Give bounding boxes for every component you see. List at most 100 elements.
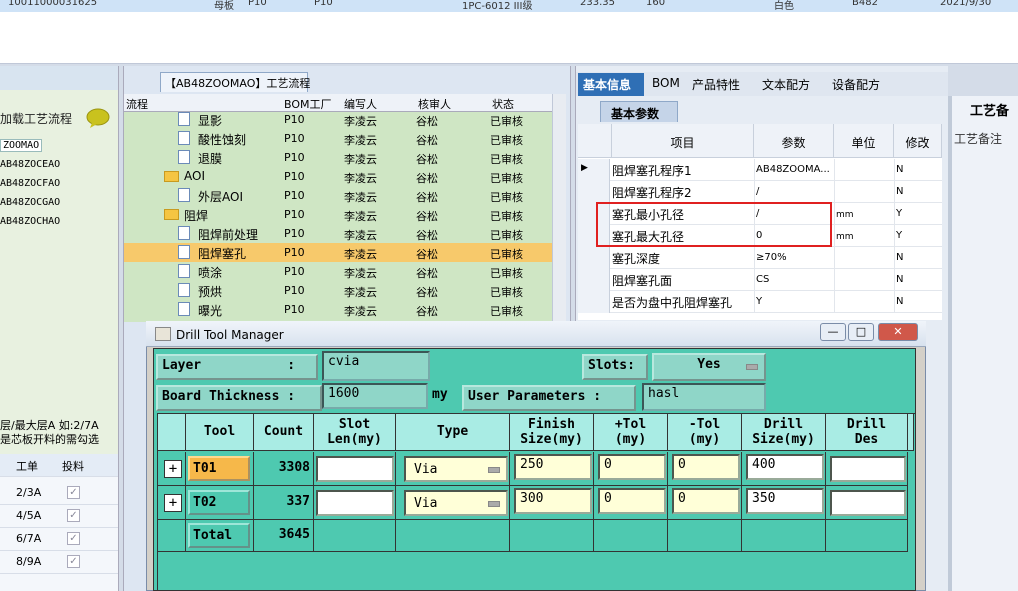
grid-row[interactable]: 8/9A ✓: [0, 551, 120, 574]
feed-checkbox[interactable]: ✓: [67, 555, 80, 568]
layer-field[interactable]: cvia: [322, 351, 430, 381]
left-list-item[interactable]: AB48ZOCGAO: [0, 197, 60, 208]
tree-row[interactable]: 喷涂 P10 李凌云 谷松 已审核: [124, 262, 564, 281]
tree-row[interactable]: 曝光 P10 李凌云 谷松 已审核: [124, 300, 564, 319]
drill-des-field[interactable]: [830, 456, 906, 482]
col-reviewer[interactable]: 核审人: [418, 96, 451, 112]
grid-cell: [510, 520, 594, 552]
left-list-item[interactable]: AB48ZOCFAO: [0, 178, 60, 189]
step-factory: P10: [284, 265, 305, 278]
dropdown-icon: [488, 467, 500, 473]
tree-row[interactable]: AOI P10 李凌云 谷松 已审核: [124, 167, 564, 186]
minus-tol-field[interactable]: 0: [672, 488, 740, 514]
flow-scrollbar[interactable]: [552, 94, 566, 324]
col-param[interactable]: 参数: [754, 124, 834, 158]
tab-equipment-recipe[interactable]: 设备配方: [832, 76, 880, 93]
tree-row[interactable]: 酸性蚀刻 P10 李凌云 谷松 已审核: [124, 129, 564, 148]
left-list-item[interactable]: ZOOMAO: [0, 139, 43, 152]
maximize-icon[interactable]: □: [848, 323, 874, 341]
tree-row[interactable]: 阻焊前处理 P10 李凌云 谷松 已审核: [124, 224, 564, 243]
col-unit[interactable]: 单位: [834, 124, 894, 158]
col-status[interactable]: 状态: [492, 96, 514, 112]
close-icon[interactable]: ✕: [878, 323, 918, 341]
plus-tol-field[interactable]: 0: [598, 454, 666, 480]
step-reviewer: 谷松: [416, 172, 438, 185]
row-header: [578, 181, 610, 203]
folder-icon: [164, 209, 179, 220]
col-drill-size[interactable]: Drill Size(my): [742, 414, 826, 451]
tree-row[interactable]: 外层AOI P10 李凌云 谷松 已审核: [124, 186, 564, 205]
tool-button[interactable]: T02: [188, 490, 250, 515]
tab-basic-info[interactable]: 基本信息: [578, 73, 644, 96]
tab-product-features[interactable]: 产品特性: [692, 76, 740, 93]
slot-len-field[interactable]: [316, 490, 394, 516]
param-row[interactable]: 阻焊塞孔程序2 / N: [578, 181, 942, 203]
param-row[interactable]: 塞孔深度 ≥70% N: [578, 247, 942, 269]
tab-bom[interactable]: BOM: [652, 76, 680, 90]
document-icon: [178, 302, 190, 316]
slot-len-field[interactable]: [316, 456, 394, 482]
step-reviewer: 谷松: [416, 191, 438, 204]
col-plus-tol[interactable]: +Tol (my): [594, 414, 668, 451]
col-slot-len[interactable]: Slot Len(my): [314, 414, 396, 451]
col-writer[interactable]: 编写人: [344, 96, 377, 112]
tool-button[interactable]: T01: [188, 456, 250, 481]
finish-size-field[interactable]: 250: [514, 454, 592, 480]
grid-row[interactable]: 2/3A ✓: [0, 482, 120, 505]
col-type[interactable]: Type: [396, 414, 510, 451]
total-label: Total: [188, 523, 250, 548]
minimize-icon[interactable]: —: [820, 323, 846, 341]
tree-row[interactable]: 退膜 P10 李凌云 谷松 已审核: [124, 148, 564, 167]
board-thickness-field[interactable]: 1600: [322, 383, 428, 409]
feed-checkbox[interactable]: ✓: [67, 532, 80, 545]
step-writer: 李凌云: [344, 286, 377, 299]
type-select[interactable]: Via: [404, 490, 508, 516]
expand-row-icon[interactable]: +: [164, 460, 182, 478]
drill-size-field[interactable]: 350: [746, 488, 824, 514]
left-list-item[interactable]: AB48ZOCEAO: [0, 159, 60, 170]
document-icon: [178, 226, 190, 240]
param-row[interactable]: ▶ 阻焊塞孔程序1 AB48ZOOMA... N: [578, 159, 942, 181]
tree-row[interactable]: 预烘 P10 李凌云 谷松 已审核: [124, 281, 564, 300]
flow-tab[interactable]: 【AB48ZOOMAO】工艺流程: [160, 72, 310, 92]
tree-row[interactable]: 阻焊 P10 李凌云 谷松 已审核: [124, 205, 564, 224]
col-item[interactable]: 项目: [612, 124, 754, 158]
col-finish-size[interactable]: Finish Size(my): [510, 414, 594, 451]
left-list-item[interactable]: AB48ZOCHAO: [0, 216, 60, 227]
chat-bubble-icon[interactable]: [86, 108, 110, 128]
expand-row-icon[interactable]: +: [164, 494, 182, 512]
minus-tol-field[interactable]: 0: [672, 454, 740, 480]
tree-row[interactable]: 阻焊塞孔 P10 李凌云 谷松 已审核: [124, 243, 564, 262]
col-modify[interactable]: 修改: [894, 124, 942, 158]
cell-divider: [834, 181, 835, 203]
finish-size-field[interactable]: 300: [514, 488, 592, 514]
grid-row[interactable]: 4/5A ✓: [0, 505, 120, 528]
grid-row[interactable]: 6/7A ✓: [0, 528, 120, 551]
feed-checkbox[interactable]: ✓: [67, 509, 80, 522]
remark-tab[interactable]: 工艺备: [970, 100, 1009, 119]
feed-checkbox[interactable]: ✓: [67, 486, 80, 499]
drill-size-field[interactable]: 400: [746, 454, 824, 480]
top-data-row[interactable]: 10011000031625 母板 P10 P10 1PC-6012 III级 …: [0, 0, 1018, 12]
col-flow[interactable]: 流程: [126, 96, 148, 112]
total-count: 3645: [278, 527, 310, 542]
tab-text-recipe[interactable]: 文本配方: [762, 76, 810, 93]
user-params-field[interactable]: hasl: [642, 383, 766, 411]
param-row[interactable]: 是否为盘中孔阻焊塞孔 Y N: [578, 291, 942, 313]
drill-des-field[interactable]: [830, 490, 906, 516]
param-row[interactable]: 阻焊塞孔面 CS N: [578, 269, 942, 291]
tree-row[interactable]: 显影 P10 李凌云 谷松 已审核: [124, 112, 564, 129]
col-bom-factory[interactable]: BOM工厂: [284, 96, 332, 112]
col-count[interactable]: Count: [254, 414, 314, 451]
slots-select[interactable]: Yes: [652, 353, 766, 381]
type-select[interactable]: Via: [404, 456, 508, 482]
step-writer: 李凌云: [344, 229, 377, 242]
col-tool[interactable]: Tool: [186, 414, 254, 451]
col-drill-des[interactable]: Drill Des: [826, 414, 908, 451]
user-params-label: User Parameters :: [462, 385, 636, 411]
basic-params-tab[interactable]: 基本参数: [600, 101, 678, 122]
col-minus-tol[interactable]: -Tol (my): [668, 414, 742, 451]
plus-tol-field[interactable]: 0: [598, 488, 666, 514]
dropdown-icon: [746, 364, 758, 370]
cell-divider: [894, 291, 895, 313]
